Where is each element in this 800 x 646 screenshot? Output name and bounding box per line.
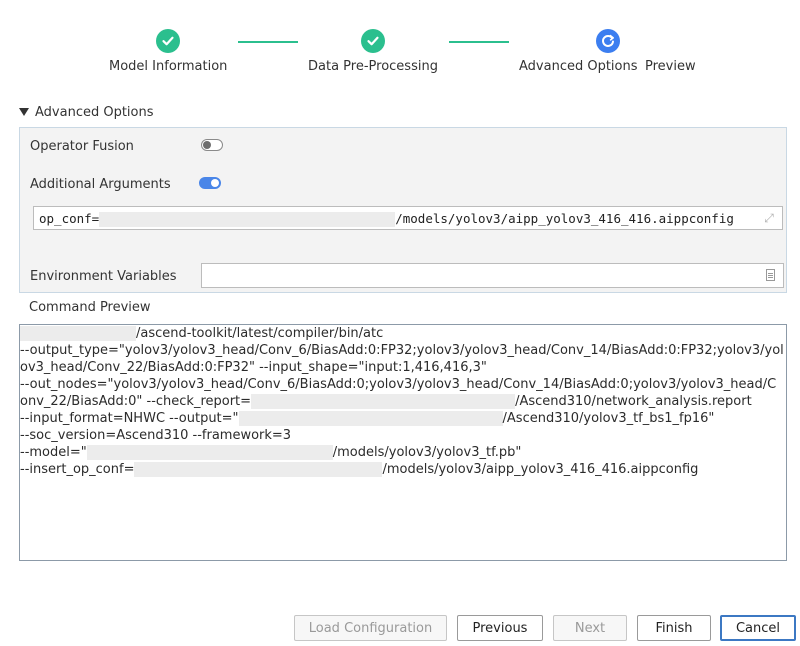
redacted-path	[99, 212, 396, 227]
command-line-text: /Ascend310/yolov3_tf_bs1_fp16"	[502, 411, 715, 426]
in-progress-icon	[596, 29, 620, 53]
redacted-path	[134, 462, 383, 477]
toggle-knob	[211, 179, 219, 187]
command-line-text: --model="	[20, 445, 87, 460]
additional-arguments-input[interactable]: op_conf= /models/yolov3/aipp_yolov3_416_4…	[33, 206, 783, 230]
collapse-triangle-icon	[19, 108, 29, 116]
operator-fusion-label: Operator Fusion	[30, 139, 134, 154]
step-label: Model Information	[109, 59, 228, 74]
command-line: ov3_head/Conv_22/BiasAdd:0:FP32" --input…	[20, 360, 487, 375]
next-button[interactable]: Next	[553, 615, 627, 641]
section-title: Advanced Options	[35, 104, 154, 120]
command-line: --soc_version=Ascend310 --framework=3	[20, 428, 292, 443]
finish-button[interactable]: Finish	[637, 615, 711, 641]
advanced-options-panel: Operator Fusion Additional Arguments op_…	[19, 127, 787, 293]
command-line-text: --input_format=NHWC --output="	[20, 411, 239, 426]
command-line-text: --insert_op_conf=	[20, 462, 135, 477]
command-line: /ascend-toolkit/latest/compiler/bin/atc	[20, 325, 784, 342]
step-label: Advanced Options	[519, 59, 638, 74]
additional-arguments-toggle[interactable]	[199, 177, 221, 189]
cancel-button[interactable]: Cancel	[720, 615, 796, 641]
command-line: --out_nodes="yolov3/yolov3_head/Conv_6/B…	[20, 377, 777, 392]
additional-arguments-value: op_conf= /models/yolov3/aipp_yolov3_416_4…	[39, 211, 734, 227]
args-prefix: op_conf=	[39, 211, 100, 226]
command-line-text: onv_22/BiasAdd:0" --check_report=	[20, 394, 252, 409]
command-line: onv_22/BiasAdd:0" --check_report= /Ascend…	[20, 393, 784, 410]
command-line: --model=" /models/yolov3/yolov3_tf.pb"	[20, 444, 784, 461]
load-configuration-button[interactable]: Load Configuration	[294, 615, 447, 641]
operator-fusion-toggle[interactable]	[201, 139, 223, 151]
command-preview-lines: /ascend-toolkit/latest/compiler/bin/atc …	[20, 325, 784, 478]
environment-variables-label: Environment Variables	[30, 269, 177, 284]
check-icon	[156, 29, 180, 53]
command-line-text: /Ascend310/network_analysis.report	[515, 394, 752, 409]
step-preview-label: Preview	[645, 59, 696, 74]
command-preview-title: Command Preview	[29, 300, 151, 315]
advanced-options-toggle[interactable]: Advanced Options	[19, 103, 154, 121]
wizard-stepper: Model Information Data Pre-Processing Ad…	[0, 0, 800, 90]
command-line-text: /models/yolov3/aipp_yolov3_416_416.aippc…	[382, 462, 699, 477]
document-icon[interactable]	[766, 269, 775, 281]
redacted-path	[20, 326, 136, 341]
previous-button[interactable]: Previous	[457, 615, 543, 641]
step-connector	[238, 41, 298, 43]
command-line: --insert_op_conf= /models/yolov3/aipp_yol…	[20, 461, 784, 478]
redacted-path	[238, 411, 503, 426]
redacted-path	[251, 394, 516, 409]
command-preview-box[interactable]: /ascend-toolkit/latest/compiler/bin/atc …	[19, 324, 787, 561]
check-icon	[361, 29, 385, 53]
toggle-knob	[203, 141, 211, 149]
step-label: Data Pre-Processing	[308, 59, 438, 74]
command-line: --output_type="yolov3/yolov3_head/Conv_6…	[20, 343, 784, 358]
additional-arguments-label: Additional Arguments	[30, 177, 171, 192]
args-suffix: /models/yolov3/aipp_yolov3_416_416.aippc…	[395, 211, 734, 226]
expand-icon[interactable]: ⤢	[762, 211, 776, 225]
command-line: --input_format=NHWC --output=" /Ascend310…	[20, 410, 784, 427]
redacted-path	[86, 445, 333, 460]
command-line-text: /ascend-toolkit/latest/compiler/bin/atc	[136, 326, 384, 341]
step-connector	[449, 41, 509, 43]
command-line-text: /models/yolov3/yolov3_tf.pb"	[332, 445, 522, 460]
environment-variables-input[interactable]	[201, 263, 784, 288]
